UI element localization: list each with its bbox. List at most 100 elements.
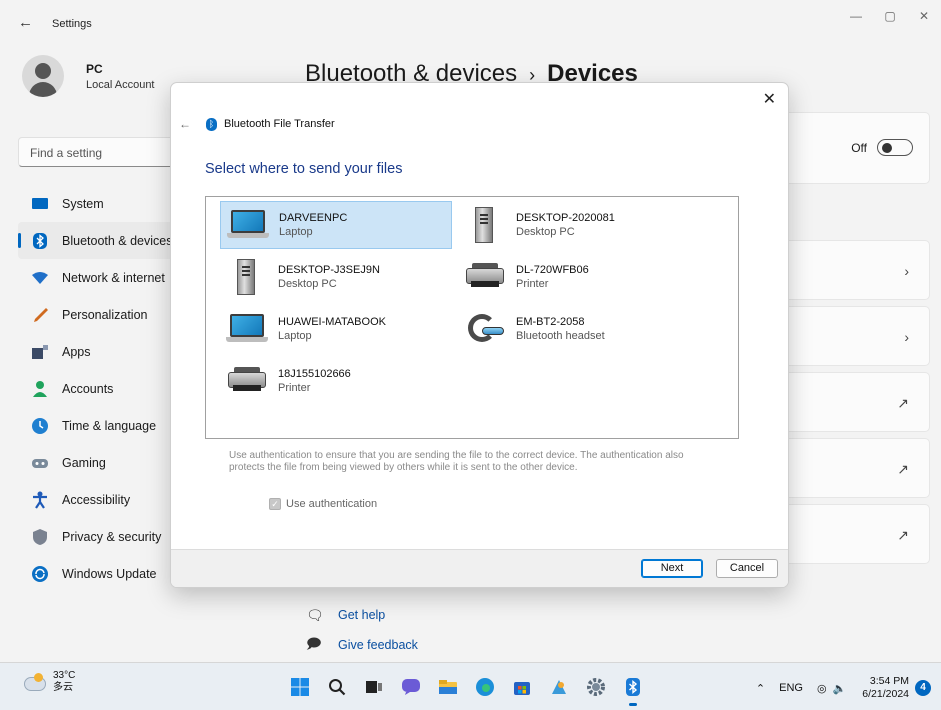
bluetooth-icon [30,231,50,251]
device-item[interactable]: DESKTOP-J3SEJ9N Desktop PC [220,253,452,301]
sidebar-item-system[interactable]: System [18,185,178,222]
sidebar-item-accounts[interactable]: Accounts [18,370,178,407]
apps-icon [30,342,50,362]
notification-badge[interactable]: 4 [915,680,931,696]
minimize-button[interactable]: — [839,0,873,32]
device-item[interactable]: DL-720WFB06 Printer [458,253,690,301]
brush-icon [30,305,50,325]
device-type: Desktop PC [278,278,337,290]
sidebar-item-label: Personalization [62,307,148,322]
temperature: 33°C [53,670,76,681]
shield-icon [30,527,50,547]
help-icon: 🗨 [306,606,324,623]
photos-icon[interactable] [546,674,572,700]
settings-gear-icon[interactable] [583,674,609,700]
cancel-button[interactable]: Cancel [716,559,778,578]
chat-icon[interactable] [398,674,424,700]
accounts-icon [30,379,50,399]
task-view-icon[interactable] [361,674,387,700]
sidebar-item-windows-update[interactable]: Windows Update [18,555,178,592]
device-name: DARVEENPC [279,212,348,224]
network-icon [30,268,50,288]
clock-time: 3:54 PM [869,675,909,687]
device-name: DESKTOP-J3SEJ9N [278,264,380,276]
device-type: Printer [278,382,311,394]
sidebar-item-label: Network & internet [62,270,165,285]
back-arrow-icon[interactable]: ← [179,117,191,131]
sidebar-nav: System Bluetooth & devices Network & int… [18,185,178,592]
sidebar-item-label: Bluetooth & devices [62,233,173,248]
search-icon[interactable] [324,674,350,700]
language-indicator[interactable]: ENG [779,682,803,694]
device-list: DARVEENPC Laptop DESKTOP-2020081 Desktop P… [205,196,739,439]
sidebar-item-apps[interactable]: Apps [18,333,178,370]
give-feedback-link[interactable]: 🗩 Give feedback [306,630,418,660]
edge-browser-icon[interactable] [472,674,498,700]
app-title: Settings [52,18,92,30]
chevron-up-icon[interactable]: ⌃ [756,682,765,695]
help-links: 🗨 Get help 🗩 Give feedback [306,600,418,660]
sidebar-item-label: Apps [62,344,91,359]
get-help-label: Get help [338,608,386,622]
next-button[interactable]: Next [641,559,703,578]
volume-icon[interactable]: 🔈 [833,682,847,695]
printer-icon [226,362,268,400]
use-authentication-label: Use authentication [286,498,378,510]
sidebar-item-bluetooth[interactable]: Bluetooth & devices [18,222,178,259]
external-link-icon: ↗ [897,527,909,543]
clock[interactable]: 3:54 PM 6/21/2024 [862,675,909,701]
device-type: Laptop [278,330,312,342]
accessibility-icon [30,490,50,510]
device-item[interactable]: 18J155102666 Printer [220,357,452,405]
sidebar-item-accessibility[interactable]: Accessibility [18,481,178,518]
sidebar-item-gaming[interactable]: Gaming [18,444,178,481]
search-input[interactable]: Find a setting [18,137,188,167]
headset-icon [464,310,506,348]
laptop-icon [226,310,268,348]
store-icon[interactable] [509,674,535,700]
device-item[interactable]: DARVEENPC Laptop [220,201,452,249]
external-link-icon: ↗ [897,395,909,411]
device-type: Printer [516,278,549,290]
network-tray-icon[interactable]: ◎ [817,682,827,695]
sidebar-item-label: Windows Update [62,566,157,581]
device-name: EM-BT2-2058 [516,316,585,328]
toggle-switch[interactable] [877,139,913,156]
system-tray: ⌃ ENG ◎ 🔈 3:54 PM 6/21/2024 4 [742,675,931,701]
give-feedback-label: Give feedback [338,638,418,652]
close-window-button[interactable]: ✕ [907,0,941,32]
desktop-icon [226,258,268,296]
user-profile[interactable]: PC Local Account [22,55,155,97]
title-bar: ← Settings — ▢ ✕ [0,0,941,40]
device-item[interactable]: EM-BT2-2058 Bluetooth headset [458,305,690,353]
dialog-footer: Next Cancel [171,549,788,587]
bluetooth-taskbar-icon[interactable] [620,674,646,706]
sidebar-item-network[interactable]: Network & internet [18,259,178,296]
file-explorer-icon[interactable] [435,674,461,700]
bluetooth-icon: ᛒ [206,118,217,131]
sidebar-item-privacy[interactable]: Privacy & security [18,518,178,555]
gaming-icon [30,453,50,473]
sidebar-item-label: Accounts [62,381,114,396]
device-item[interactable]: DESKTOP-2020081 Desktop PC [458,201,690,249]
sidebar-item-personalization[interactable]: Personalization [18,296,178,333]
close-icon[interactable]: ✕ [763,89,776,109]
sidebar-item-time-language[interactable]: Time & language [18,407,178,444]
windows-start-icon[interactable] [287,674,313,700]
get-help-link[interactable]: 🗨 Get help [306,600,418,630]
back-arrow-icon[interactable]: ← [18,14,33,31]
dialog-title: Bluetooth File Transfer [224,118,335,130]
taskbar-apps [287,674,657,706]
chevron-right-icon: › [904,329,909,345]
feedback-icon: 🗩 [306,635,322,651]
time-language-icon [30,416,50,436]
device-item[interactable]: HUAWEI-MATABOOK Laptop [220,305,452,353]
device-name: HUAWEI-MATABOOK [278,316,386,328]
weather-icon [22,673,46,691]
device-type: Laptop [279,226,313,238]
device-type: Desktop PC [516,226,575,238]
weather-widget[interactable]: 33°C 多云 [22,670,75,694]
use-authentication-checkbox[interactable]: ✓ Use authentication [269,498,377,510]
maximize-button[interactable]: ▢ [873,0,907,32]
desktop-icon [464,206,506,244]
